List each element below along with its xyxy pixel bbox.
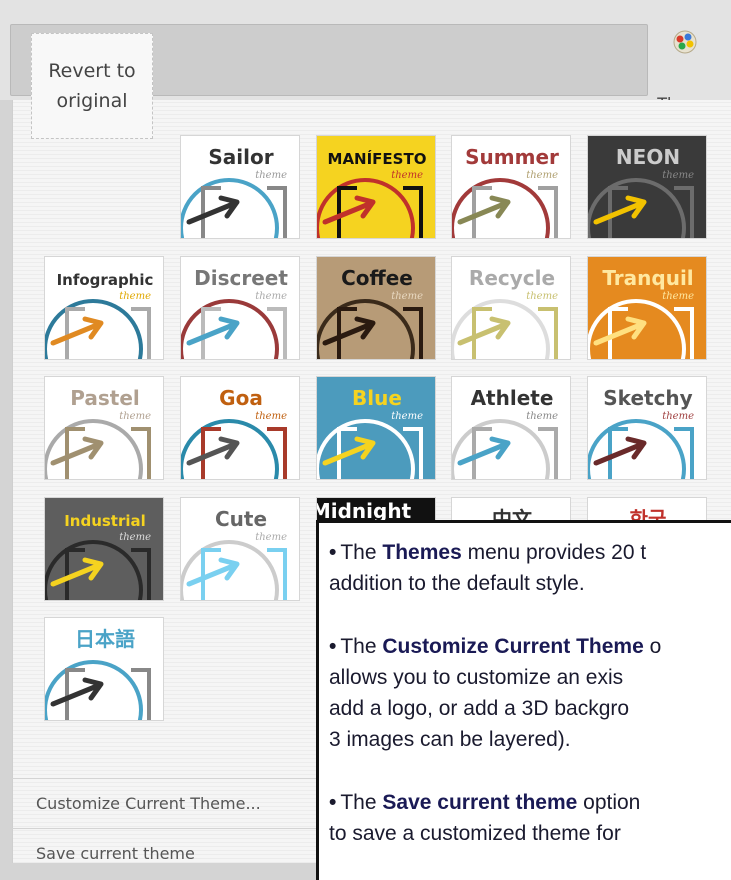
theme-preview: Bluetheme — [317, 377, 435, 479]
theme-thumbnail-blue[interactable]: Blue theme — [316, 376, 436, 480]
theme-name: NEON — [616, 145, 680, 169]
theme-name: Blue — [352, 386, 402, 410]
theme-name: Sailor — [208, 145, 273, 169]
theme-thumbnail-recycle[interactable]: Recycle theme — [451, 256, 571, 360]
theme-name: Discreet — [194, 266, 288, 290]
callout-paragraph-save: • The Save current theme option to save a … — [329, 791, 641, 845]
theme-preview: Athletetheme — [452, 377, 570, 479]
theme-preview: Infographic theme — [45, 257, 163, 359]
theme-thumbnail-coffee[interactable]: Coffee theme — [316, 256, 436, 360]
theme-subtitle: theme — [526, 291, 558, 302]
theme-subtitle: theme — [119, 532, 151, 543]
theme-thumbnail-neon[interactable]: NEON theme — [587, 135, 707, 239]
theme-preview: Tranquiltheme — [588, 257, 706, 359]
theme-name: Industrial — [64, 512, 146, 530]
theme-subtitle: theme — [391, 170, 423, 181]
theme-subtitle: theme — [662, 411, 694, 422]
theme-preview: Sketchytheme — [588, 377, 706, 479]
theme-thumbnail-cute[interactable]: Cute theme — [180, 497, 300, 601]
theme-name: Pastel — [70, 386, 140, 410]
theme-name: Sketchy — [603, 386, 692, 410]
theme-preview: Industrial theme — [45, 498, 163, 600]
theme-name: Goa — [219, 386, 263, 410]
theme-subtitle: theme — [526, 170, 558, 181]
theme-thumbnail-athlete[interactable]: Athlete theme — [451, 376, 571, 480]
theme-subtitle: theme — [255, 291, 287, 302]
theme-name: Coffee — [341, 266, 413, 290]
customize-current-theme-menu-item[interactable]: Customize Current Theme... — [12, 778, 318, 828]
theme-subtitle: theme — [255, 411, 287, 422]
theme-subtitle: theme — [391, 291, 423, 302]
theme-preview: Goatheme — [181, 377, 299, 479]
callout-paragraph-customize: • The Customize Current Theme o allows you… — [329, 635, 662, 751]
theme-name: MANÍFESTO — [328, 149, 427, 168]
theme-subtitle: theme — [255, 532, 287, 543]
theme-thumbnail-industrial[interactable]: Industrial theme — [44, 497, 164, 601]
theme-name: Recycle — [469, 266, 555, 290]
themes-button[interactable]: Themes — [651, 22, 731, 113]
theme-subtitle: theme — [119, 411, 151, 422]
theme-name: 日本語 — [75, 627, 135, 651]
annotation-callout: • The Themes menu provides 20 t addition t… — [316, 520, 731, 880]
theme-thumbnail-summer[interactable]: Summer theme — [451, 135, 571, 239]
palette-icon — [673, 30, 697, 54]
theme-subtitle: theme — [526, 411, 558, 422]
theme-thumbnail-discreet[interactable]: Discreet theme — [180, 256, 300, 360]
theme-name: Tranquil — [602, 266, 693, 290]
theme-subtitle: theme — [662, 291, 694, 302]
theme-preview: Cutetheme — [181, 498, 299, 600]
theme-subtitle: theme — [662, 170, 694, 181]
theme-preview: 日本語 — [45, 618, 163, 720]
theme-thumbnail--[interactable]: 日本語 — [44, 617, 164, 721]
theme-preview: Recycletheme — [452, 257, 570, 359]
theme-subtitle: theme — [391, 411, 423, 422]
theme-name: Athlete — [471, 386, 554, 410]
theme-preview: Discreettheme — [181, 257, 299, 359]
theme-thumbnail-sailor[interactable]: Sailor theme — [180, 135, 300, 239]
theme-thumbnail-tranquil[interactable]: Tranquil theme — [587, 256, 707, 360]
theme-name: Cute — [215, 507, 267, 531]
theme-thumbnail-infographic[interactable]: Infographic theme — [44, 256, 164, 360]
theme-thumbnail-pastel[interactable]: Pastel theme — [44, 376, 164, 480]
theme-preview: Sailortheme — [181, 136, 299, 238]
theme-preview: Pasteltheme — [45, 377, 163, 479]
theme-preview: MANÍFESTO theme — [317, 136, 435, 238]
theme-name: Infographic — [57, 271, 154, 289]
revert-to-original-button[interactable]: Revert to original — [31, 33, 153, 139]
theme-thumbnail-man-festo[interactable]: MANÍFESTO theme — [316, 135, 436, 239]
theme-subtitle: theme — [255, 170, 287, 181]
theme-subtitle: theme — [119, 291, 151, 302]
theme-name: Summer — [465, 145, 559, 169]
theme-preview: Summertheme — [452, 136, 570, 238]
theme-thumbnail-sketchy[interactable]: Sketchy theme — [587, 376, 707, 480]
theme-preview: Coffeetheme — [317, 257, 435, 359]
save-current-theme-menu-item[interactable]: Save current theme — [12, 828, 318, 878]
callout-paragraph-themes: • The Themes menu provides 20 t addition t… — [329, 541, 647, 595]
theme-thumbnail-goa[interactable]: Goa theme — [180, 376, 300, 480]
theme-preview: NEONtheme — [588, 136, 706, 238]
